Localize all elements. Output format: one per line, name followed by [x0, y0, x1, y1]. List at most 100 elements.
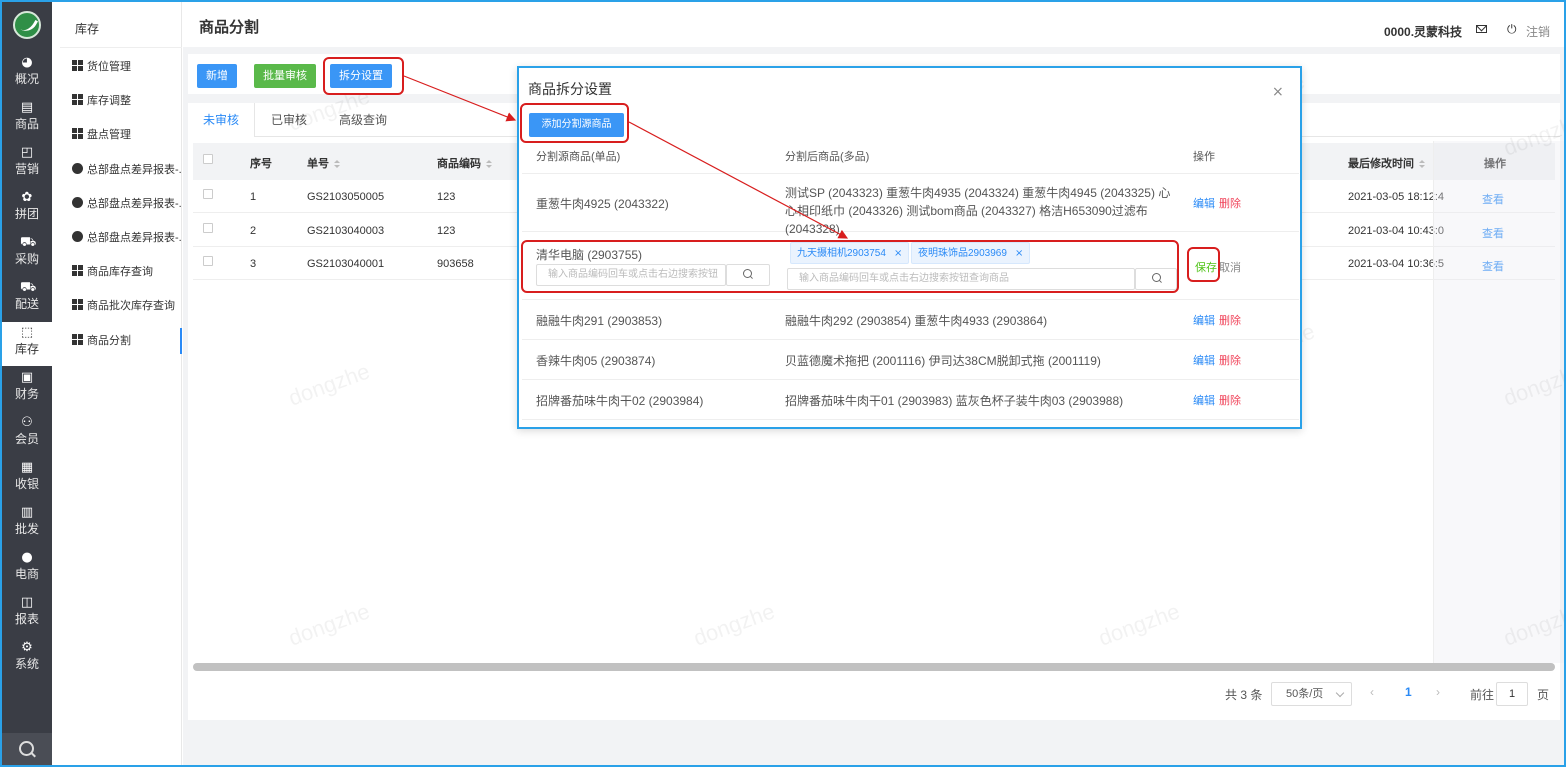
cashier-icon: ▦ — [20, 460, 34, 475]
mail-icon[interactable] — [1476, 25, 1487, 33]
edit-link[interactable]: 编辑 — [1193, 392, 1215, 408]
goto-page-input[interactable]: 1 — [1496, 682, 1528, 706]
rail-item-label: 系统 — [14, 657, 39, 671]
rail-item-label: 配送 — [14, 297, 39, 311]
rail-item-10[interactable]: ▥ 批发 — [2, 502, 52, 546]
tag-label: 夜明珠饰品2903969 — [918, 248, 1007, 259]
rail-item-9[interactable]: ▦ 收银 — [2, 457, 52, 501]
batch-audit-button[interactable]: 批量审核 — [254, 64, 316, 88]
header-code[interactable]: 商品编码 — [437, 155, 492, 171]
power-icon[interactable]: ⏻ — [1507, 22, 1517, 37]
submenu-item-0[interactable]: 货位管理 — [72, 54, 182, 80]
submenu-item-label: 商品批次库存查询 — [87, 300, 175, 313]
top-bar: 商品分割 0000.灵蒙科技 ⏻ 注销 — [183, 2, 1564, 47]
rail-item-5[interactable]: ⛟ 配送 — [2, 277, 52, 321]
rail-item-label: 报表 — [14, 612, 39, 626]
rail-item-label: 拼团 — [14, 207, 39, 221]
submenu-item-8[interactable]: 商品分割 — [72, 327, 182, 354]
tab-unaudited[interactable]: 未审核 — [188, 103, 255, 137]
close-icon[interactable]: × — [1015, 248, 1023, 259]
sort-icon[interactable] — [486, 160, 492, 168]
logout-link[interactable]: 注销 — [1526, 23, 1550, 40]
horizontal-scrollbar[interactable] — [193, 663, 1555, 671]
split-row: 融融牛肉291 (2903853) 融融牛肉292 (2903854) 重葱牛肉4… — [522, 300, 1299, 340]
submenu-item-3[interactable]: 总部盘点差异报表-... — [72, 157, 182, 183]
rail-item-3[interactable]: ✿ 拼团 — [2, 187, 52, 231]
rail-item-6[interactable]: ⬚ 库存 — [2, 322, 52, 366]
cancel-link[interactable]: 取消 — [1219, 259, 1241, 275]
cell-modified: 2021-03-05 18:12:4 — [1348, 191, 1445, 203]
split-row: 招牌番茄味牛肉干02 (2903984) 招牌番茄味牛肉干01 (2903983)… — [522, 380, 1299, 420]
target-products: 招牌番茄味牛肉干01 (2903983) 蓝灰色杯子装牛肉03 (2903988… — [785, 394, 1124, 408]
source-search-button[interactable] — [726, 264, 770, 286]
rail-item-0[interactable]: ◕ 概况 — [2, 52, 52, 96]
row-checkbox[interactable] — [203, 189, 213, 199]
prev-page-icon[interactable]: ‹ — [1370, 685, 1374, 699]
cell-no: GS2103050005 — [307, 191, 385, 203]
next-page-icon[interactable]: › — [1436, 685, 1440, 699]
rail-item-label: 营销 — [14, 162, 39, 176]
submenu-item-1[interactable]: 库存调整 — [72, 88, 182, 114]
divider — [60, 47, 182, 48]
rail-item-4[interactable]: ⛟ 采购 — [2, 232, 52, 276]
header-modified[interactable]: 最后修改时间 — [1348, 155, 1425, 171]
target-search-input[interactable]: 输入商品编码回车或点击右边搜索按钮查询商品 — [787, 268, 1135, 290]
source-product: 清华电脑 (2903755) — [536, 248, 643, 262]
icon-rail: ◕ 概况 ▤ 商品 ◰ 营销 ✿ 拼团 ⛟ 采购 ⛟ 配送 ⬚ 库存 ▣ 财务 ⚇ 会员 ▦ 收银 ▥ 批发 ● 电商 ◫ 报表 ⚙… — [2, 2, 52, 765]
split-row-editing: 清华电脑 (2903755) 输入商品编码回车或点击右边搜索按钮 九天摄相机29… — [522, 232, 1299, 300]
tab-advanced-search[interactable]: 高级查询 — [325, 103, 401, 137]
sort-icon[interactable] — [334, 160, 340, 168]
source-product: 香辣牛肉05 (2903874) — [536, 354, 656, 368]
close-icon[interactable]: × — [1272, 85, 1284, 99]
submenu-item-2[interactable]: 盘点管理 — [72, 122, 182, 148]
rail-item-7[interactable]: ▣ 财务 — [2, 367, 52, 411]
submenu-item-6[interactable]: 商品库存查询 — [72, 259, 182, 285]
submenu: 库存 货位管理 库存调整 盘点管理 总部盘点差异报表-... 总部盘点差异报表-... 总… — [52, 2, 182, 765]
rail-item-11[interactable]: ● 电商 — [2, 547, 52, 591]
current-page[interactable]: 1 — [1405, 685, 1412, 699]
submenu-item-4[interactable]: 总部盘点差异报表-... — [72, 191, 182, 217]
bag-icon: ◰ — [20, 145, 34, 160]
select-all-checkbox[interactable] — [203, 154, 213, 164]
cell-modified: 2021-03-04 10:36:5 — [1348, 258, 1445, 270]
search-icon[interactable] — [2, 733, 52, 765]
target-products: 测试SP (2043323) 重葱牛肉4935 (2043324) 重葱牛肉49… — [785, 186, 1171, 236]
submenu-item-7[interactable]: 商品批次库存查询 — [72, 293, 182, 319]
rail-item-12[interactable]: ◫ 报表 — [2, 592, 52, 636]
save-link[interactable]: 保存 — [1195, 259, 1217, 275]
row-checkbox[interactable] — [203, 222, 213, 233]
rail-item-13[interactable]: ⚙ 系统 — [2, 637, 52, 681]
sort-icon[interactable] — [1419, 160, 1425, 168]
rail-item-8[interactable]: ⚇ 会员 — [2, 412, 52, 456]
source-product: 融融牛肉291 (2903853) — [536, 314, 663, 328]
delete-link[interactable]: 删除 — [1219, 312, 1241, 328]
edit-link[interactable]: 编辑 — [1193, 352, 1215, 368]
add-source-button[interactable]: 添加分割源商品 — [529, 113, 624, 137]
box-icon: ⬚ — [20, 325, 34, 340]
add-button[interactable]: 新增 — [197, 64, 237, 88]
dialog-title: 商品拆分设置 — [528, 81, 612, 97]
page-title: 商品分割 — [199, 19, 260, 36]
tab-audited[interactable]: 已审核 — [255, 103, 323, 137]
delete-link[interactable]: 删除 — [1219, 352, 1241, 368]
dashboard-icon: ◕ — [21, 55, 33, 70]
split-settings-button[interactable]: 拆分设置 — [330, 64, 392, 88]
edit-link[interactable]: 编辑 — [1193, 312, 1215, 328]
rail-item-1[interactable]: ▤ 商品 — [2, 97, 52, 141]
target-search-button[interactable] — [1135, 268, 1177, 290]
rail-item-2[interactable]: ◰ 营销 — [2, 142, 52, 186]
rail-item-label: 库存 — [14, 342, 39, 356]
source-search-input[interactable]: 输入商品编码回车或点击右边搜索按钮 — [536, 264, 726, 286]
page-size-select[interactable]: 50条/页 — [1271, 682, 1352, 706]
document-icon: ▤ — [20, 100, 34, 115]
header-no[interactable]: 单号 — [307, 155, 340, 171]
circle-icon — [72, 162, 83, 174]
close-icon[interactable]: × — [894, 248, 902, 259]
truck-icon: ⛟ — [20, 280, 37, 295]
cell-code: 123 — [437, 224, 456, 237]
edit-link[interactable]: 编辑 — [1193, 195, 1215, 211]
delete-link[interactable]: 删除 — [1219, 392, 1241, 408]
delete-link[interactable]: 删除 — [1219, 195, 1241, 211]
submenu-item-5[interactable]: 总部盘点差异报表-... — [72, 225, 182, 251]
row-checkbox[interactable] — [203, 256, 213, 266]
